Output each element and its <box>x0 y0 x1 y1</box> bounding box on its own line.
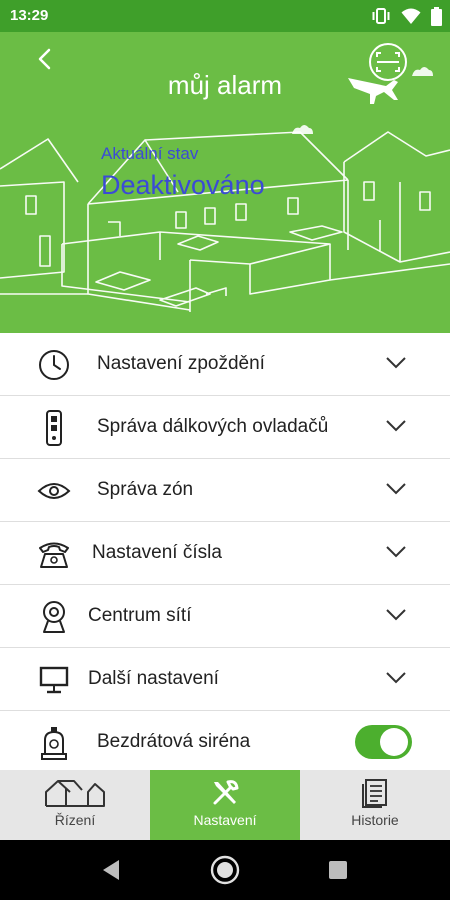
nav-back-icon[interactable] <box>101 859 121 881</box>
scan-icon <box>369 43 407 81</box>
setting-network[interactable]: Centrum sítí <box>0 585 450 648</box>
chevron-down-icon <box>386 672 406 684</box>
alarm-state-value: Deaktivováno <box>101 170 265 200</box>
telephone-icon <box>34 536 74 572</box>
siren-icon <box>34 725 74 761</box>
chevron-left-icon <box>38 48 51 70</box>
wifi-icon <box>401 8 421 24</box>
system-nav-bar <box>0 840 450 900</box>
history-icon <box>362 779 387 808</box>
tab-control[interactable]: Řízení <box>0 770 150 840</box>
tab-history-label: Historie <box>351 812 399 828</box>
toggle-knob <box>380 728 408 756</box>
chevron-down-icon <box>386 357 406 369</box>
setting-zones-label: Správa zón <box>97 479 194 500</box>
clock-icon <box>34 347 74 383</box>
houses-icon <box>45 780 105 807</box>
status-icons <box>371 6 442 26</box>
webcam-icon <box>34 599 74 635</box>
setting-other-label: Další nastavení <box>88 668 219 689</box>
settings-list: Nastavení zpoždění Správa dálkových ovla… <box>0 333 450 774</box>
tab-settings-label: Nastavení <box>193 812 257 828</box>
eye-icon <box>34 473 74 509</box>
tab-history[interactable]: Historie <box>300 770 450 840</box>
status-bar: 13:29 <box>0 0 450 32</box>
tools-icon <box>213 780 239 805</box>
tab-settings[interactable]: Nastavení <box>150 770 300 840</box>
nav-recents-icon[interactable] <box>329 861 347 879</box>
chevron-down-icon <box>386 546 406 558</box>
setting-delay[interactable]: Nastavení zpoždění <box>0 333 450 396</box>
siren-toggle[interactable] <box>355 725 412 759</box>
chevron-down-icon <box>386 420 406 432</box>
setting-network-label: Centrum sítí <box>88 605 192 626</box>
alarm-header: můj alarm Aktuální stav Deaktivováno <box>0 32 450 333</box>
qr-scan-button[interactable] <box>346 42 430 102</box>
tab-control-label: Řízení <box>54 812 96 828</box>
remote-control-icon <box>34 410 74 446</box>
nav-home-icon[interactable] <box>210 855 240 885</box>
setting-number[interactable]: Nastavení čísla <box>0 522 450 585</box>
setting-siren-label: Bezdrátová siréna <box>97 731 251 752</box>
setting-delay-label: Nastavení zpoždění <box>97 353 265 374</box>
setting-siren: Bezdrátová siréna <box>0 711 450 774</box>
monitor-icon <box>34 662 74 698</box>
chevron-down-icon <box>386 609 406 621</box>
setting-number-label: Nastavení čísla <box>92 542 222 563</box>
chevron-down-icon <box>386 483 406 495</box>
setting-remotes-label: Správa dálkových ovladačů <box>97 416 329 437</box>
setting-other[interactable]: Další nastavení <box>0 648 450 711</box>
setting-zones[interactable]: Správa zón <box>0 459 450 522</box>
bottom-tab-bar: Řízení Nastavení Historie <box>0 770 450 840</box>
vibrate-icon <box>372 8 390 24</box>
battery-icon <box>431 6 442 26</box>
alarm-state-label: Aktuální stav <box>101 144 199 163</box>
status-time: 13:29 <box>10 7 49 24</box>
setting-remotes[interactable]: Správa dálkových ovladačů <box>0 396 450 459</box>
